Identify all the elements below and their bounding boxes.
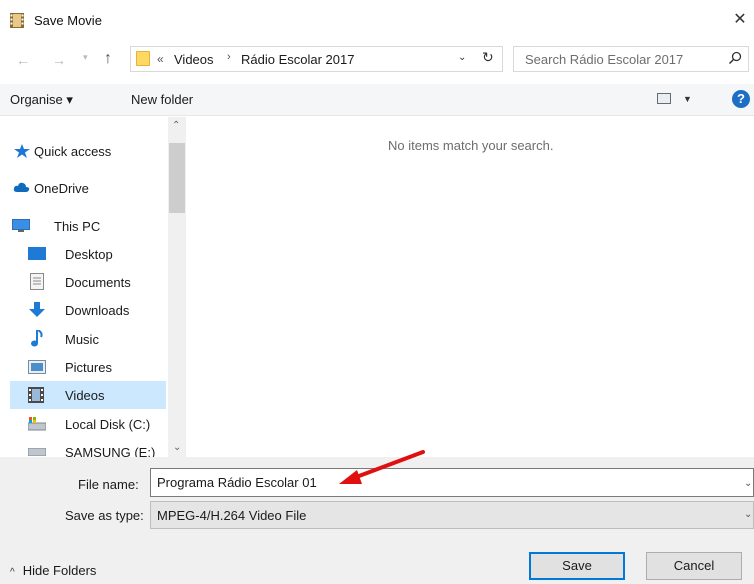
close-icon[interactable]: ✕ xyxy=(730,10,750,30)
star-icon xyxy=(14,144,30,158)
save-as-type-value[interactable]: MPEG-4/H.264 Video File xyxy=(157,508,306,523)
view-options-chevron-icon[interactable]: ▼ xyxy=(683,94,692,104)
address-dropdown-icon[interactable]: ⌄ xyxy=(458,52,466,63)
nav-item-pictures[interactable]: Pictures xyxy=(10,353,166,381)
nav-item-label: This PC xyxy=(54,219,101,234)
breadcrumb-radio-escolar-2017[interactable]: Rádio Escolar 2017 xyxy=(241,52,354,67)
search-placeholder[interactable]: Search Rádio Escolar 2017 xyxy=(525,52,683,67)
movie-app-icon xyxy=(10,13,24,28)
nav-item-local-disk[interactable]: Local Disk (C:) xyxy=(10,410,166,438)
breadcrumb-overflow[interactable]: « xyxy=(157,52,164,66)
new-folder-button[interactable]: New folder xyxy=(131,92,193,107)
videos-icon xyxy=(28,387,44,403)
nav-item-label: SAMSUNG (E:) xyxy=(65,445,156,457)
help-icon[interactable]: ? xyxy=(732,90,750,108)
red-arrow-annotation-icon xyxy=(339,450,425,484)
desktop-icon xyxy=(28,247,46,260)
nav-item-videos[interactable]: Videos xyxy=(10,381,166,409)
scroll-down-icon[interactable]: ⌄ xyxy=(173,442,181,453)
refresh-icon[interactable]: ↻ xyxy=(482,49,494,66)
forward-arrow-icon[interactable]: → xyxy=(52,52,66,68)
nav-item-label: Documents xyxy=(65,275,131,290)
disk-icon xyxy=(28,417,46,431)
command-bar xyxy=(0,84,754,116)
music-icon xyxy=(31,330,43,347)
breadcrumb-separator[interactable]: › xyxy=(227,51,231,63)
nav-item-label: Local Disk (C:) xyxy=(65,417,151,432)
organise-menu-button[interactable]: Organise ▾ xyxy=(10,92,73,108)
empty-results-message: No items match your search. xyxy=(388,138,554,153)
title-bar xyxy=(0,0,754,40)
nav-item-label: Music xyxy=(65,332,99,347)
computer-icon xyxy=(12,219,30,232)
nav-item-label: Videos xyxy=(65,388,105,403)
folder-icon xyxy=(136,51,150,66)
file-list-area[interactable] xyxy=(188,117,754,457)
nav-item-this-pc[interactable]: This PC xyxy=(10,212,166,240)
search-icon[interactable] xyxy=(728,51,742,65)
pictures-icon xyxy=(28,360,46,374)
back-arrow-icon[interactable]: ← xyxy=(16,52,30,68)
scroll-up-icon[interactable]: ⌃ xyxy=(172,120,180,131)
drive-icon xyxy=(28,448,46,456)
save-as-type-dropdown-icon[interactable]: ⌄ xyxy=(744,509,752,520)
nav-item-label: OneDrive xyxy=(34,181,89,196)
scrollbar-thumb[interactable] xyxy=(169,143,185,213)
nav-item-downloads[interactable]: Downloads xyxy=(10,296,166,324)
window-title: Save Movie xyxy=(34,13,102,28)
cloud-icon xyxy=(13,182,30,192)
save-button[interactable]: Save xyxy=(529,552,625,580)
nav-item-samsung[interactable]: SAMSUNG (E:) xyxy=(10,438,166,457)
change-view-icon[interactable] xyxy=(657,93,671,104)
nav-item-label: Downloads xyxy=(65,303,130,318)
download-icon xyxy=(29,302,45,317)
nav-item-music[interactable]: Music xyxy=(10,325,166,353)
nav-item-label: Pictures xyxy=(65,360,112,375)
breadcrumb-videos[interactable]: Videos xyxy=(174,52,214,67)
recent-locations-chevron-icon[interactable]: ▾ xyxy=(83,52,88,63)
hide-folders-label: Hide Folders xyxy=(22,563,97,578)
file-name-label: File name: xyxy=(78,477,139,492)
nav-item-label: Desktop xyxy=(65,247,113,262)
file-name-dropdown-icon[interactable]: ⌄ xyxy=(744,478,752,489)
documents-icon xyxy=(30,273,44,290)
up-arrow-icon[interactable]: ↑ xyxy=(104,50,112,68)
hide-folders-button[interactable]: ^ Hide Folders xyxy=(10,563,96,578)
nav-item-documents[interactable]: Documents xyxy=(10,268,166,296)
nav-item-desktop[interactable]: Desktop xyxy=(10,240,166,268)
file-name-input[interactable] xyxy=(150,468,754,497)
chevron-up-icon: ^ xyxy=(10,567,15,578)
save-as-type-label: Save as type: xyxy=(65,508,144,523)
nav-item-onedrive[interactable]: OneDrive xyxy=(10,174,166,202)
nav-item-label: Quick access xyxy=(34,144,112,159)
nav-item-quick-access[interactable]: Quick access xyxy=(10,137,166,165)
cancel-button[interactable]: Cancel xyxy=(646,552,742,580)
